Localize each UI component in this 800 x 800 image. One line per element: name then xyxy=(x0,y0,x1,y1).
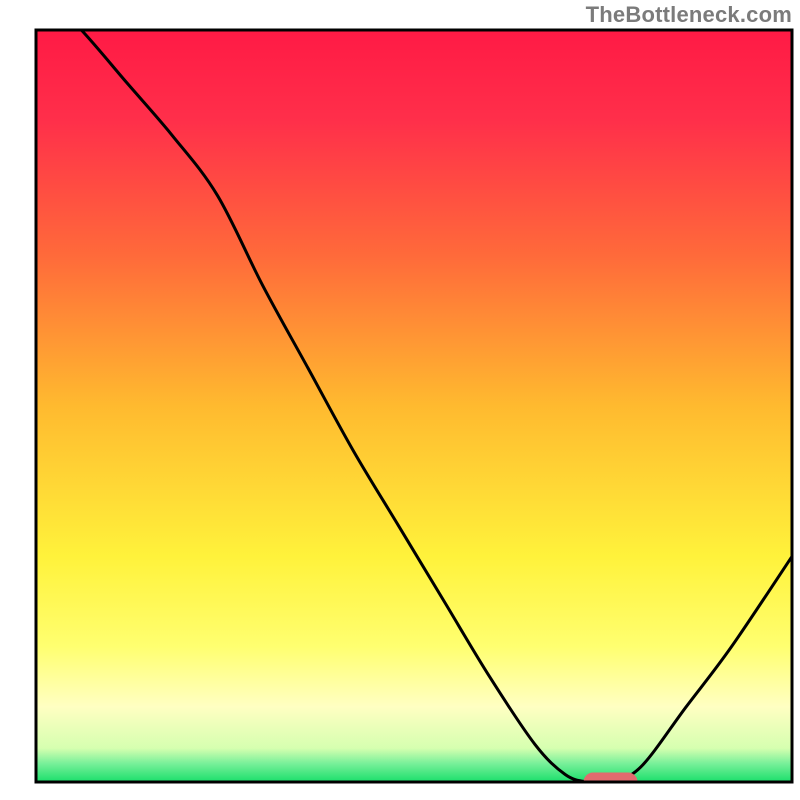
plot-background-gradient xyxy=(36,30,792,782)
chart-stage: TheBottleneck.com xyxy=(0,0,800,800)
watermark-text: TheBottleneck.com xyxy=(586,2,792,28)
bottleneck-chart xyxy=(0,0,800,800)
